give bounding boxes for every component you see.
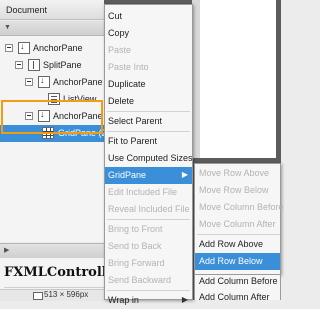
status-bar: 513 × 596px	[0, 289, 104, 301]
submenu-item-label: Move Row Below	[199, 185, 269, 195]
menu-item-wrap-in[interactable]: Wrap in ▶	[105, 292, 192, 309]
canvas-ruler-strip	[192, 0, 200, 158]
menu-separator	[107, 290, 190, 291]
menu-item-duplicate[interactable]: Duplicate	[105, 76, 192, 93]
submenu-item-move-row-below[interactable]: Move Row Below	[195, 182, 280, 199]
menu-item-paste-into[interactable]: Paste Into	[105, 59, 192, 76]
submenu-item-add-column-before[interactable]: Add Column Before	[195, 273, 280, 290]
menu-item-cut[interactable]: Cut	[105, 8, 192, 25]
tree-item-label: AnchorPane	[53, 77, 103, 87]
submenu-item-add-row-above[interactable]: Add Row Above	[195, 236, 280, 253]
submenu-arrow-icon: ▶	[181, 170, 188, 179]
menu-item-label: Cut	[108, 11, 123, 21]
menu-item-bring-forward[interactable]: Bring Forward	[105, 255, 192, 272]
menu-separator	[107, 111, 190, 112]
menu-item-label: Wrap in	[108, 295, 139, 305]
submenu-item-label: Move Column Before	[199, 202, 284, 212]
menu-item-label: Edit Included File	[108, 187, 178, 197]
collapse-toggle-icon[interactable]	[5, 44, 13, 52]
submenu-item-label: Move Column After	[199, 219, 276, 229]
tree-item-splitpane[interactable]: SplitPane	[0, 57, 104, 74]
hierarchy-section-bar[interactable]: ▼	[0, 21, 104, 36]
gridpane-submenu-continued: Add Column Before Add Column After	[194, 273, 281, 302]
menu-item-label: Paste Into	[108, 62, 149, 72]
submenu-item-move-column-before[interactable]: Move Column Before	[195, 199, 284, 216]
collapse-triangle-icon[interactable]: ▼	[4, 24, 11, 31]
menu-item-send-backward[interactable]: Send Backward	[105, 272, 192, 289]
menu-item-label: Send Backward	[108, 275, 172, 285]
menu-item-label: Paste	[108, 45, 132, 55]
tree-item-anchorpane-root[interactable]: AnchorPane	[0, 40, 104, 57]
submenu-item-label: Add Column After	[199, 292, 270, 302]
menu-separator	[197, 234, 280, 235]
menu-item-label: Bring Forward	[108, 258, 165, 268]
menu-item-label: Send to Back	[108, 241, 162, 251]
menu-item-edit-included-file[interactable]: Edit Included File	[105, 184, 192, 201]
menu-item-label: Copy	[108, 28, 130, 38]
submenu-item-label: Add Column Before	[199, 276, 278, 286]
menu-item-use-computed-sizes[interactable]: Use Computed Sizes	[105, 150, 193, 167]
menu-item-delete[interactable]: Delete	[105, 93, 192, 110]
menu-item-label: Bring to Front	[108, 224, 163, 234]
anchor-pane-icon	[38, 75, 50, 88]
menu-item-bring-to-front[interactable]: Bring to Front	[105, 221, 192, 238]
collapse-toggle-icon[interactable]	[15, 61, 23, 69]
menu-item-label: Delete	[108, 96, 135, 106]
menu-item-fit-to-parent[interactable]: Fit to Parent	[105, 133, 192, 150]
menu-separator	[107, 219, 190, 220]
expand-triangle-icon[interactable]: ▶	[4, 246, 9, 254]
collapse-toggle-icon[interactable]	[25, 78, 33, 86]
submenu-item-label: Add Row Below	[199, 256, 263, 266]
document-panel-title: Document	[6, 5, 48, 15]
menu-item-gridpane[interactable]: GridPane ▶	[105, 167, 192, 184]
document-size-readout: 513 × 596px	[32, 290, 89, 300]
menu-item-label: Duplicate	[108, 79, 146, 89]
context-menu: Cut Copy Paste Paste Into Duplicate Dele…	[104, 4, 193, 305]
submenu-item-move-column-after[interactable]: Move Column After	[195, 216, 280, 233]
tree-item-label: AnchorPane	[33, 43, 83, 53]
menu-item-label: Use Computed Sizes	[108, 153, 193, 163]
submenu-item-label: Add Row Above	[199, 239, 264, 249]
submenu-item-add-row-below[interactable]: Add Row Below	[195, 253, 280, 270]
submenu-item-move-row-above[interactable]: Move Row Above	[195, 165, 280, 182]
canvas-document[interactable]	[200, 0, 276, 158]
tree-item-label: SplitPane	[43, 60, 82, 70]
divider	[4, 287, 104, 288]
tree-item-anchorpane-left[interactable]: AnchorPane	[0, 74, 104, 91]
menu-item-send-to-back[interactable]: Send to Back	[105, 238, 192, 255]
menu-item-label: GridPane	[108, 170, 147, 180]
gridpane-submenu: Move Row Above Move Row Below Move Colum…	[194, 163, 284, 275]
menu-item-label: Fit to Parent	[108, 136, 158, 146]
hierarchy-tree: AnchorPane SplitPane AnchorPane ListView…	[0, 36, 107, 242]
menu-item-label: Select Parent	[108, 116, 163, 126]
menu-item-label: Reveal Included File	[108, 204, 190, 214]
document-panel-header: Document	[0, 0, 104, 20]
submenu-item-label: Move Row Above	[199, 168, 270, 178]
menu-separator	[107, 131, 190, 132]
controller-section-bar[interactable]: ▶	[0, 243, 104, 259]
menu-item-select-parent[interactable]: Select Parent	[105, 113, 192, 130]
menu-item-copy[interactable]: Copy	[105, 25, 192, 42]
menu-item-paste[interactable]: Paste	[105, 42, 192, 59]
anchor-pane-icon	[18, 41, 30, 54]
split-pane-icon	[28, 59, 40, 71]
selection-outline	[1, 100, 103, 134]
submenu-item-add-column-after[interactable]: Add Column After	[195, 289, 280, 306]
menu-item-reveal-included-file[interactable]: Reveal Included File	[105, 201, 192, 218]
